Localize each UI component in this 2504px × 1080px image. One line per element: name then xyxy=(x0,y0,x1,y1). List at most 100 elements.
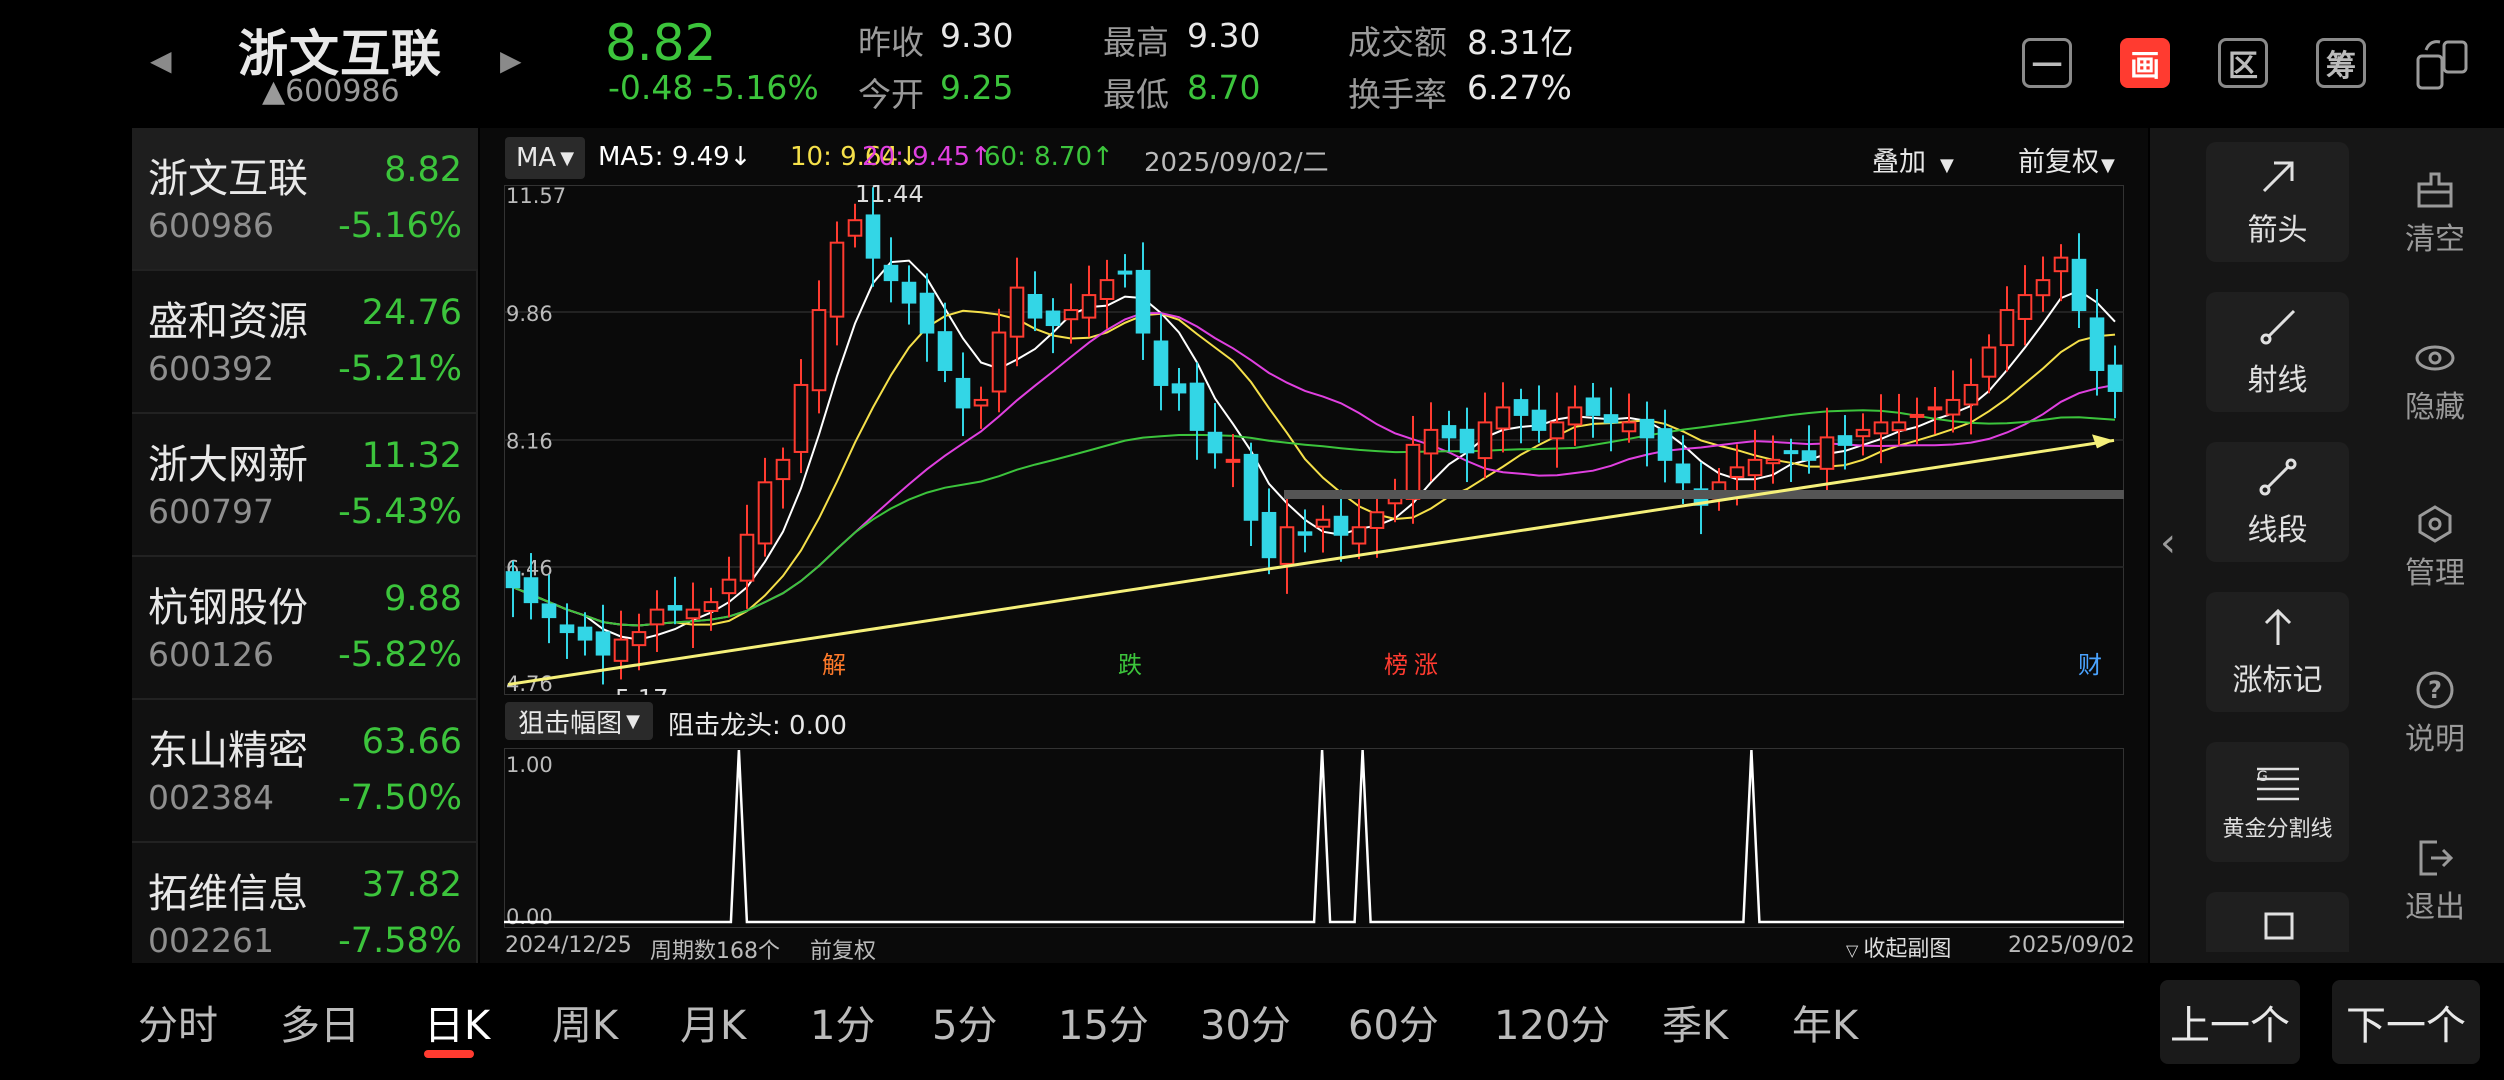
minimize-button[interactable]: 一 xyxy=(2022,38,2072,88)
open-value: 9.25 xyxy=(940,68,1014,107)
collapse-sub-button[interactable]: ▽ 收起副图 xyxy=(1846,931,1951,963)
candle-body xyxy=(1909,413,1925,418)
overlay-dropdown[interactable]: 叠加 ▼ xyxy=(1872,140,1954,179)
period-tab[interactable]: 多日 xyxy=(280,993,360,1051)
period-tab[interactable]: 周K xyxy=(552,993,618,1051)
low-label: 最低 xyxy=(1103,75,1169,114)
dropdown-caret-icon: ▼ xyxy=(2101,155,2115,176)
range-button[interactable]: 区 xyxy=(2218,38,2268,88)
watchlist-item[interactable]: 杭钢股份 600126 9.88 -5.82% xyxy=(132,557,478,700)
watch-code: 600986 xyxy=(148,206,274,245)
watch-name: 浙大网新 xyxy=(148,442,308,488)
prev-stock-button[interactable]: 上一个 xyxy=(2160,980,2300,1064)
sub-indicator-chart[interactable]: 1.00 0.00 xyxy=(504,748,2124,928)
period-tab[interactable]: 分时 xyxy=(138,993,218,1051)
watchlist: 浙文互联 600986 8.82 -5.16% 盛和资源 600392 24.7… xyxy=(132,128,478,963)
period-tab[interactable]: 120分 xyxy=(1494,993,1610,1051)
next-stock-arrow-icon[interactable]: ▶ xyxy=(500,44,522,77)
tool-label: 涨标记 xyxy=(2232,663,2323,698)
candle-body xyxy=(2071,258,2087,312)
side-exit[interactable]: 退出 xyxy=(2390,838,2480,926)
next-stock-button[interactable]: 下一个 xyxy=(2332,980,2480,1064)
watch-code: 002261 xyxy=(148,921,274,960)
period-tab[interactable]: 15分 xyxy=(1058,993,1149,1051)
candle-body xyxy=(739,533,755,582)
period-tab[interactable]: 月K xyxy=(680,993,746,1051)
selected-period-indicator xyxy=(424,1050,474,1058)
candle-body xyxy=(1189,382,1205,431)
tool-label: 射线 xyxy=(2247,363,2308,398)
watchlist-item[interactable]: 盛和资源 600392 24.76 -5.21% xyxy=(132,271,478,414)
watchlist-item[interactable]: 东山精密 002384 63.66 -7.50% xyxy=(132,700,478,843)
rotate-screen-icon[interactable] xyxy=(2412,34,2472,94)
min-price-label: 5.17 xyxy=(615,684,668,695)
candle-body xyxy=(1117,270,1133,275)
ma-selector-label: MA xyxy=(515,143,557,173)
candle-body xyxy=(811,309,827,392)
event-marker[interactable]: 榜 xyxy=(1384,651,1408,679)
dropdown-caret-icon: ▼ xyxy=(560,147,575,169)
tool-up-mark[interactable]: 涨标记 xyxy=(2206,592,2349,712)
candle-body xyxy=(937,331,953,371)
candle-body xyxy=(2089,317,2105,371)
collapse-panel-chevron-icon[interactable]: ‹ xyxy=(2160,520,2176,566)
tool-label: 线段 xyxy=(2247,513,2308,548)
period-tab[interactable]: 日K xyxy=(424,993,490,1051)
prev-stock-arrow-icon[interactable]: ◀ xyxy=(150,44,172,77)
period-tab[interactable]: 30分 xyxy=(1200,993,1291,1051)
tool-segment[interactable]: 线段 xyxy=(2206,442,2349,562)
candle-body xyxy=(1801,450,1817,461)
period-tab[interactable]: 60分 xyxy=(1348,993,1439,1051)
side-help[interactable]: ? 说明 xyxy=(2390,670,2480,758)
eye-icon xyxy=(2415,345,2455,371)
dropdown-caret-icon: ▼ xyxy=(1940,155,1954,176)
candle-body xyxy=(1279,526,1295,565)
tool-ray[interactable]: 射线 xyxy=(2206,292,2349,412)
ma-selector[interactable]: MA ▼ xyxy=(505,137,585,179)
watchlist-item[interactable]: 浙大网新 600797 11.32 -5.43% xyxy=(132,414,478,557)
chip-button[interactable]: 筹 xyxy=(2316,38,2366,88)
candlestick-chart[interactable]: 11.579.868.166.464.76 11.445.17 解 跌 榜 涨 … xyxy=(504,185,2124,695)
candle-body xyxy=(1999,309,2015,347)
event-marker[interactable]: 涨 xyxy=(1414,651,1438,679)
high-label: 最高 xyxy=(1103,23,1169,62)
event-marker[interactable]: 财 xyxy=(2078,651,2102,679)
watchlist-item[interactable]: 拓维信息 002261 37.82 -7.58% xyxy=(132,843,478,963)
candle-body xyxy=(1747,458,1763,477)
turnover-value: 8.31亿 xyxy=(1467,23,1574,62)
event-marker[interactable]: 解 xyxy=(822,651,846,679)
side-hide[interactable]: 隐藏 xyxy=(2390,338,2480,426)
watch-code: 600797 xyxy=(148,492,274,531)
period-count: 周期数168个 xyxy=(650,939,780,964)
watch-price: 37.82 xyxy=(361,865,462,905)
watch-price: 9.88 xyxy=(384,579,462,619)
side-clear[interactable]: 清空 xyxy=(2390,170,2480,258)
candle-body xyxy=(1819,436,1835,470)
price-change: -0.48 xyxy=(608,68,694,107)
period-tab[interactable]: 年K xyxy=(1792,993,1858,1051)
adjust-dropdown[interactable]: 前复权 ▼ xyxy=(2018,140,2115,179)
candle-body xyxy=(1495,406,1511,430)
period-tab[interactable]: 季K xyxy=(1662,993,1728,1051)
period-tab[interactable]: 5分 xyxy=(932,993,997,1051)
tool-golden-ratio[interactable]: G 黄金分割线 xyxy=(2206,742,2349,862)
watchlist-item[interactable]: 浙文互联 600986 8.82 -5.16% xyxy=(132,128,478,271)
event-marker[interactable]: 跌 xyxy=(1118,651,1142,679)
candle-body xyxy=(757,481,773,545)
candle-body xyxy=(1945,398,1961,416)
tool-arrow[interactable]: 箭头 xyxy=(2206,142,2349,262)
candle-body xyxy=(1783,450,1799,455)
watch-price: 11.32 xyxy=(361,436,462,476)
tool-more[interactable] xyxy=(2206,892,2349,952)
period-tab[interactable]: 1分 xyxy=(810,993,875,1051)
candle-body xyxy=(2017,294,2033,320)
candle-body xyxy=(1063,309,1079,321)
candle-body xyxy=(649,608,665,626)
side-manage[interactable]: 管理 xyxy=(2390,504,2480,592)
draw-button[interactable]: 画 xyxy=(2120,38,2170,88)
candle-body xyxy=(1243,453,1259,521)
watch-pct: -7.58% xyxy=(338,921,462,961)
candle-body xyxy=(1567,406,1583,426)
watch-code: 600392 xyxy=(148,349,274,388)
sub-indicator-selector[interactable]: 狙击幅图 ▼ xyxy=(505,702,653,740)
